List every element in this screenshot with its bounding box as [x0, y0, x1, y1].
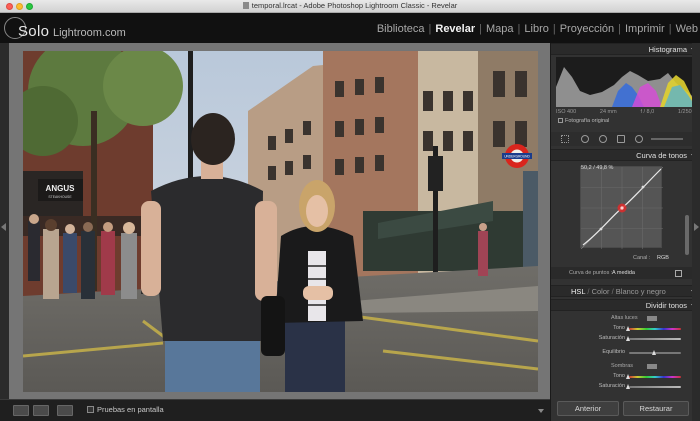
develop-tool-strip: [551, 132, 700, 146]
spot-removal-tool-icon[interactable]: [581, 135, 589, 143]
module-biblioteca[interactable]: Biblioteca: [377, 23, 425, 35]
compare-view-button[interactable]: [57, 405, 73, 416]
soft-proof-label: Pruebas en pantalla: [97, 405, 164, 414]
underground-sign-text: UNDERGROUND: [504, 155, 530, 159]
red-eye-tool-icon[interactable]: [599, 135, 607, 143]
angus-sign-text: ANGUS: [46, 184, 76, 193]
curve-readout: 50,2 / 49,8 %: [581, 165, 614, 171]
viewer-toolbar: Pruebas en pantalla: [0, 399, 550, 421]
highlights-label: Altas luces: [611, 315, 638, 321]
module-picker: Biblioteca | Revelar | Mapa | Libro | Proyección…: [376, 23, 698, 35]
histogram-graph[interactable]: [556, 57, 696, 107]
channel-select[interactable]: RGB: [657, 255, 669, 261]
window-title: temporal.lrcat - Adobe Photoshop Lightro…: [0, 1, 700, 10]
hsl-header[interactable]: HSL / Color / Blanco y negro: [551, 285, 700, 297]
logo-solo-text: Solo: [18, 23, 50, 40]
histogram-header[interactable]: Histograma: [551, 43, 700, 55]
edit-point-curve-icon[interactable]: [675, 270, 682, 277]
point-curve-row: Curva de puntos : A medida: [551, 267, 700, 279]
module-proyeccion[interactable]: Proyección: [560, 23, 614, 35]
module-header: Solo Lightroom.com Biblioteca | Revelar | Ma…: [0, 13, 700, 43]
logo-domain-text: Lightroom.com: [53, 27, 126, 39]
radial-filter-icon[interactable]: [635, 135, 643, 143]
tone-curve-header[interactable]: Curva de tonos: [551, 149, 700, 161]
previous-button[interactable]: Anterior: [557, 401, 619, 416]
highlights-swatch[interactable]: [647, 316, 657, 321]
title-bar: temporal.lrcat - Adobe Photoshop Lightro…: [0, 0, 700, 13]
expand-left-panel-icon[interactable]: [1, 223, 6, 231]
module-imprimir[interactable]: Imprimir: [625, 23, 665, 35]
balance-slider[interactable]: Equilibrio 0: [557, 348, 695, 358]
histogram-exif: ISO 400 24 mm f / 8,0 1/250 s: [556, 109, 696, 115]
before-after-button[interactable]: [33, 405, 49, 416]
split-toning-header[interactable]: Dividir tonos: [551, 299, 700, 311]
collapse-right-panel-icon[interactable]: [694, 223, 699, 231]
photo-viewer: UNDERGROUND ANGUS STEAKHOUSE: [9, 43, 550, 399]
shadows-saturation-slider[interactable]: Saturación 0: [557, 382, 695, 392]
develop-right-panel: Histograma ISO 400 24 mm f / 8,0 1/250 s Fo…: [550, 43, 700, 421]
tone-curve-graph[interactable]: [580, 166, 664, 250]
shadows-swatch[interactable]: [647, 364, 657, 369]
module-revelar[interactable]: Revelar: [435, 23, 475, 35]
shadows-hue-slider[interactable]: Tono 0: [557, 372, 695, 382]
channel-label: Canal :: [633, 255, 651, 261]
right-panel-edge[interactable]: [692, 43, 700, 421]
module-web[interactable]: Web: [676, 23, 698, 35]
module-mapa[interactable]: Mapa: [486, 23, 514, 35]
shadows-label: Sombras: [611, 363, 634, 369]
original-photo-label: Fotografía original: [558, 118, 609, 124]
lightroom-window: temporal.lrcat - Adobe Photoshop Lightro…: [0, 0, 700, 421]
graduated-filter-icon[interactable]: [617, 135, 625, 143]
street-photo: UNDERGROUND ANGUS STEAKHOUSE: [23, 51, 538, 392]
crop-tool-icon[interactable]: [561, 135, 569, 143]
steakhouse-sign-text: STEAKHOUSE: [48, 195, 72, 199]
toolbar-menu-arrow-icon[interactable]: [538, 409, 544, 413]
document-icon: [242, 2, 249, 9]
tab-black-white[interactable]: Blanco y negro: [616, 287, 666, 296]
photo-canvas[interactable]: UNDERGROUND ANGUS STEAKHOUSE: [23, 51, 538, 392]
tone-curve-plot: [580, 166, 664, 250]
highlights-saturation-slider[interactable]: Saturación 0: [557, 334, 695, 344]
loupe-view-button[interactable]: [13, 405, 29, 416]
histogram-chart: [556, 67, 696, 107]
reset-button[interactable]: Restaurar: [623, 401, 689, 416]
panel-scrollbar[interactable]: [685, 215, 689, 255]
brush-slider[interactable]: [651, 138, 683, 140]
tab-hsl[interactable]: HSL: [571, 287, 585, 296]
soft-proof-checkbox[interactable]: [87, 406, 94, 413]
tab-color[interactable]: Color: [592, 287, 610, 296]
original-photo-checkbox[interactable]: [558, 118, 563, 123]
highlights-hue-slider[interactable]: Tono 0: [557, 324, 695, 334]
left-panel-collapsed[interactable]: [0, 43, 9, 399]
module-libro[interactable]: Libro: [524, 23, 548, 35]
point-curve-select[interactable]: A medida: [612, 270, 635, 276]
